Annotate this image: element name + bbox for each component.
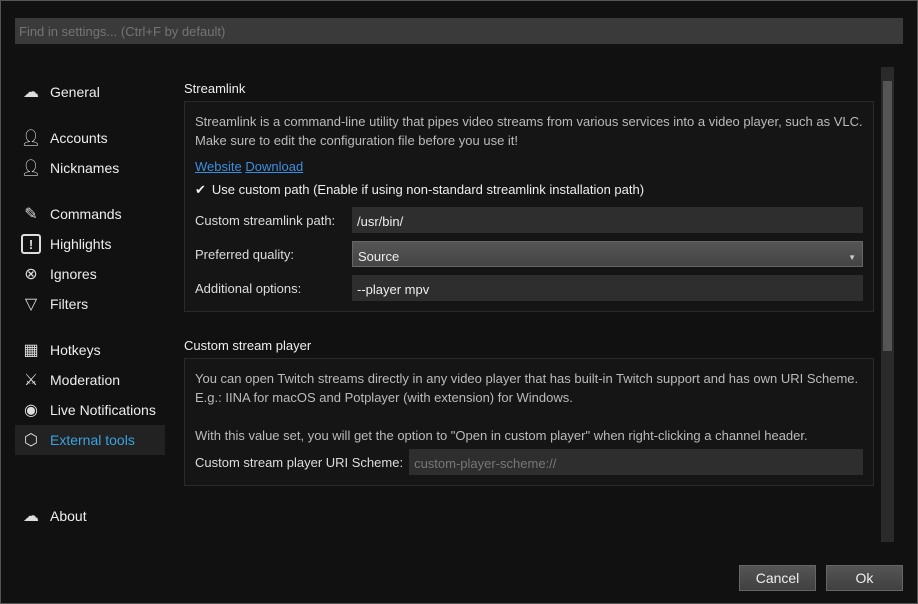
custom-player-text: With this value set, you will get the op… xyxy=(195,428,808,443)
sidebar-item-ignores[interactable]: ⊗ Ignores xyxy=(15,259,165,289)
path-label: Custom streamlink path: xyxy=(195,212,336,228)
sidebar-item-highlights[interactable]: ! Highlights xyxy=(15,229,165,259)
checkmark-icon: ✔ xyxy=(195,182,206,197)
uri-label: Custom stream player URI Scheme: xyxy=(195,454,404,470)
user-icon: 👤︎ xyxy=(20,160,42,177)
options-label: Additional options: xyxy=(195,280,302,296)
additional-options-input[interactable]: --player mpv xyxy=(352,275,863,301)
sidebar-item-label: About xyxy=(50,508,87,524)
custom-player-text: E.g.: IINA for macOS and Potplayer (with… xyxy=(195,390,573,405)
use-custom-path-checkbox[interactable]: ✔ Use custom path (Enable if using non-st… xyxy=(195,180,863,199)
sidebar-item-label: Moderation xyxy=(50,372,121,388)
sidebar-item-about[interactable]: ☁ About xyxy=(15,501,165,531)
custom-player-text: You can open Twitch streams directly in … xyxy=(195,371,859,386)
streamlink-group: Streamlink is a command-line utility tha… xyxy=(184,101,874,312)
sidebar-item-label: Nicknames xyxy=(50,160,120,176)
ok-button[interactable]: Ok xyxy=(826,565,903,591)
sidebar-item-moderation[interactable]: ⚔ Moderation xyxy=(15,365,165,395)
sidebar-item-filters[interactable]: ▽ Filters xyxy=(15,289,165,319)
sidebar-item-label: Accounts xyxy=(50,130,108,146)
sidebar-item-label: Filters xyxy=(50,296,89,312)
sidebar-item-label: Live Notifications xyxy=(50,402,156,418)
sidebar-item-label: Hotkeys xyxy=(50,342,101,358)
scrollbar-thumb[interactable] xyxy=(883,81,892,351)
settings-page: Streamlink Streamlink is a command-line … xyxy=(184,67,874,486)
gear-icon: ⬡ xyxy=(24,432,38,449)
chatterino-logo-icon: ☁ xyxy=(23,508,39,525)
uri-scheme-input[interactable]: custom-player-scheme:// xyxy=(409,449,863,475)
commands-icon: ✎ xyxy=(24,206,38,223)
x-circle-icon: ⊗ xyxy=(24,266,38,283)
cancel-button[interactable]: Cancel xyxy=(739,565,816,591)
grid-icon: ▦ xyxy=(23,342,39,359)
broadcast-icon: ◉ xyxy=(24,402,38,419)
sidebar: ☁ General 👤︎ Accounts 👤︎ Nicknames ✎ Command… xyxy=(15,77,165,531)
download-link[interactable]: Download xyxy=(245,159,303,174)
streamlink-description: Streamlink is a command-line utility tha… xyxy=(195,114,863,148)
custom-player-group: You can open Twitch streams directly in … xyxy=(184,358,874,486)
settings-search-input[interactable] xyxy=(15,18,903,44)
sidebar-item-nicknames[interactable]: 👤︎ Nicknames xyxy=(15,153,165,183)
sidebar-item-label: Highlights xyxy=(50,236,112,252)
website-link[interactable]: Website xyxy=(195,159,242,174)
sidebar-item-commands[interactable]: ✎ Commands xyxy=(15,199,165,229)
sword-icon: ⚔ xyxy=(23,372,39,389)
exclamation-icon: ! xyxy=(21,234,41,254)
sidebar-item-external-tools[interactable]: ⬡ External tools xyxy=(15,425,165,455)
chatterino-logo-icon: ☁ xyxy=(23,84,39,101)
sidebar-item-label: General xyxy=(50,84,100,100)
filter-icon: ▽ xyxy=(24,296,38,313)
custom-player-title: Custom stream player xyxy=(184,338,312,353)
sidebar-item-label: Ignores xyxy=(50,266,97,282)
quality-label: Preferred quality: xyxy=(195,246,294,262)
sidebar-item-live-notifications[interactable]: ◉ Live Notifications xyxy=(15,395,165,425)
streamlink-title: Streamlink xyxy=(184,81,246,96)
scrollbar[interactable] xyxy=(881,67,894,542)
sidebar-item-hotkeys[interactable]: ▦ Hotkeys xyxy=(15,335,165,365)
custom-path-input[interactable]: /usr/bin/ xyxy=(352,207,863,233)
quality-select[interactable]: Source xyxy=(352,241,863,267)
sidebar-item-label: Commands xyxy=(50,206,122,222)
sidebar-item-general[interactable]: ☁ General xyxy=(15,77,165,107)
sidebar-item-accounts[interactable]: 👤︎ Accounts xyxy=(15,123,165,153)
sidebar-item-label: External tools xyxy=(50,432,135,448)
user-icon: 👤︎ xyxy=(20,130,42,147)
